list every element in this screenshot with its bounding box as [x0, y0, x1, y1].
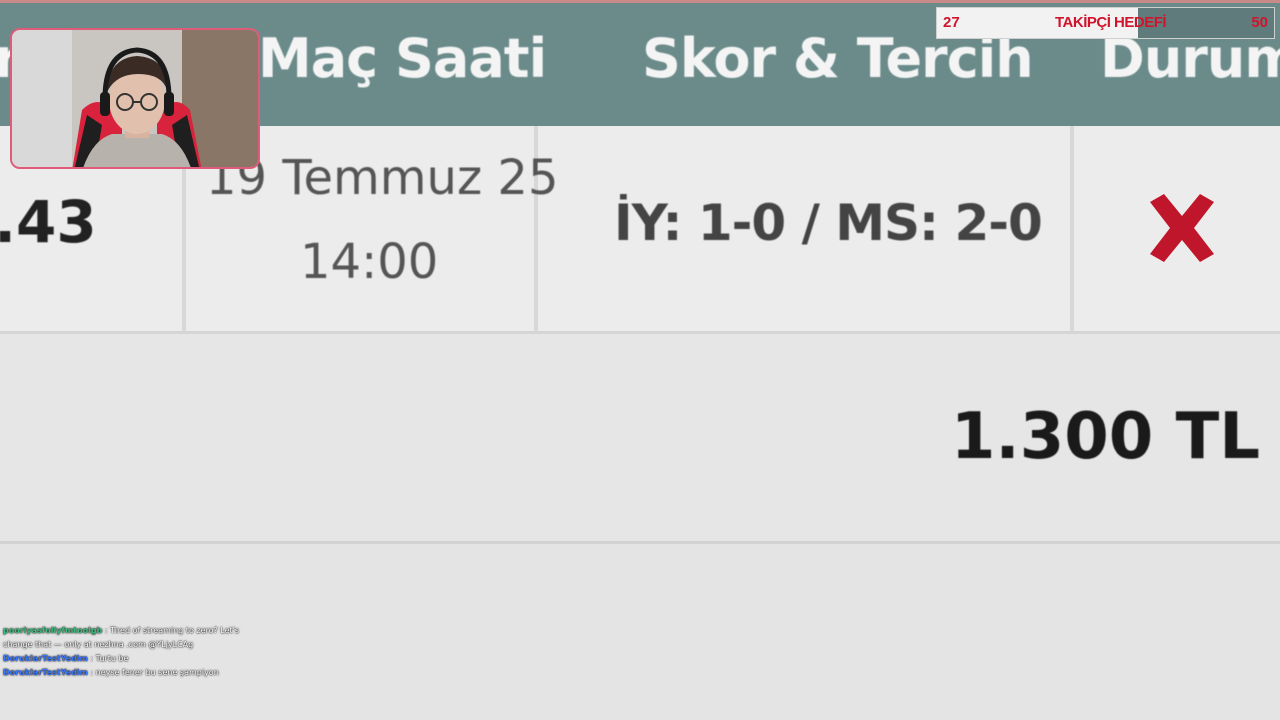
- goal-target: 50: [1251, 14, 1268, 31]
- goal-label: TAKİPÇİ HEDEFİ: [1055, 14, 1167, 31]
- chat-text: : Turtu be: [87, 654, 129, 663]
- chat-overlay: poorlyasfollyfmtoolgb : Tired of streami…: [3, 624, 265, 680]
- chat-username: poorlyasfollyfmtoolgb: [3, 626, 103, 635]
- webcam-overlay: [10, 28, 260, 169]
- streamer-image: [12, 30, 258, 167]
- total-amount: 1.300 TL: [950, 400, 1260, 474]
- chat-text: : neyse fener bu sene şampiyon: [87, 668, 219, 677]
- chat-message: DoruklarTestYedim : neyse fener bu sene …: [3, 666, 265, 680]
- goal-current: 27: [943, 14, 960, 31]
- follower-goal: 27 TAKİPÇİ HEDEFİ 50: [936, 7, 1275, 39]
- score-pick: İY: 1-0 / MS: 2-0: [614, 194, 1043, 252]
- odds-value: .43: [0, 188, 97, 256]
- chat-message: poorlyasfollyfmtoolgb : Tired of streami…: [3, 624, 265, 652]
- stream-frame: r Maç Saati Skor & Tercih Durum .43 19 T…: [0, 0, 1280, 720]
- chat-username: DoruklarTestYedim: [3, 668, 88, 677]
- cross-icon: [1150, 194, 1214, 262]
- match-time: 14:00: [300, 234, 439, 290]
- total-section: 1.300 TL: [0, 334, 1280, 544]
- chat-message: DoruklarTestYedim : Turtu be: [3, 652, 265, 666]
- column-divider: [1070, 126, 1074, 331]
- chat-username: DoruklarTestYedim: [3, 654, 88, 663]
- header-match-time: Maç Saati: [258, 27, 547, 90]
